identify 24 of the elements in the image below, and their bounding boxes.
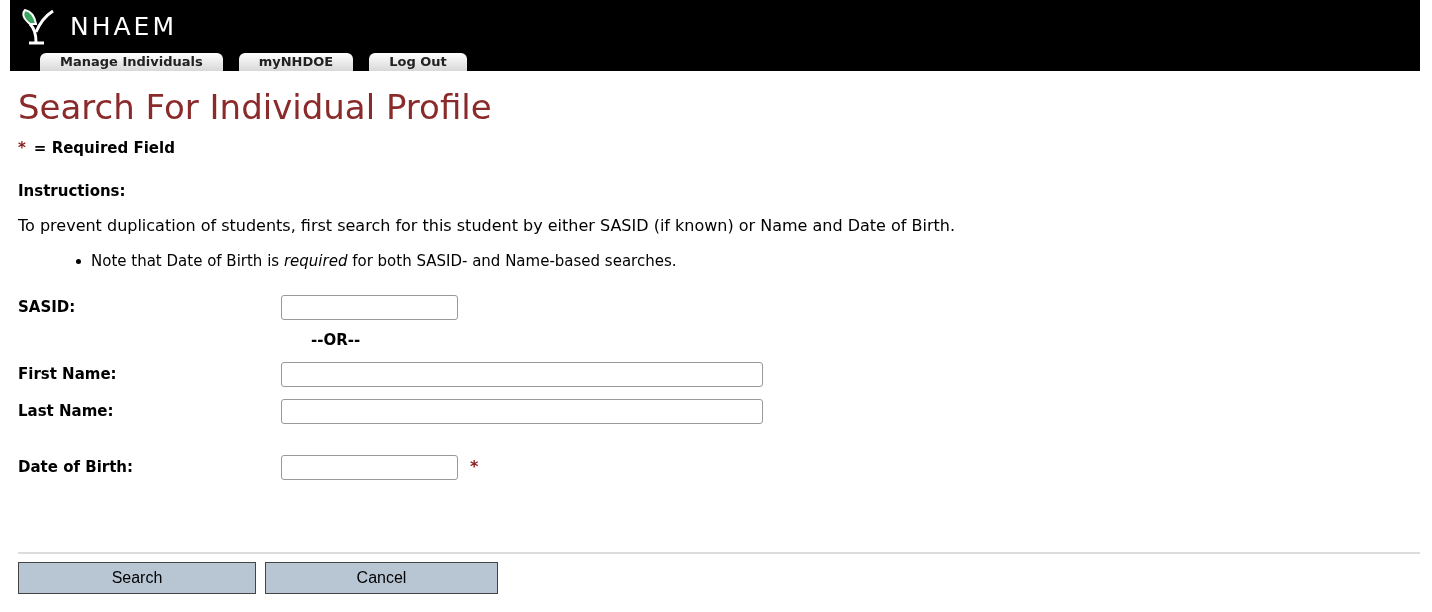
- input-field[interactable]: [281, 294, 458, 320]
- sprout-logo-icon: [22, 7, 56, 46]
- required-legend: = Required Field: [33, 137, 175, 160]
- field-label: Date of Birth:: [18, 456, 134, 478]
- bullet-icon: [76, 258, 81, 264]
- search-button[interactable]: Search: [18, 561, 256, 594]
- input-field[interactable]: [281, 398, 763, 424]
- instructions-heading: Instructions:: [18, 180, 127, 202]
- instructions-text: To prevent duplication of students, first search for this student by either SASID (if known) or Name and Date of Birth.: [18, 215, 957, 237]
- logo-text: NHAEM: [70, 10, 177, 43]
- field-label: First Name:: [18, 363, 118, 385]
- page-title: Search For Individual Profile: [18, 86, 493, 129]
- input-field[interactable]: [281, 361, 763, 387]
- cancel-button[interactable]: Cancel: [265, 561, 498, 594]
- required-mark: *: [18, 138, 26, 159]
- field-label: SASID:: [18, 296, 77, 318]
- or-separator: --OR--: [311, 330, 361, 352]
- nav-tab[interactable]: myNHDOE: [238, 53, 354, 71]
- input-field[interactable]: [281, 454, 458, 480]
- field-label: Last Name:: [18, 400, 115, 422]
- note-text: Note that Date of Birth is required for both SASID- and Name-based searches.: [91, 251, 677, 272]
- nav-tab[interactable]: Log Out: [369, 53, 467, 71]
- required-mark: *: [470, 456, 479, 478]
- nav-tab[interactable]: Manage Individuals: [40, 53, 223, 71]
